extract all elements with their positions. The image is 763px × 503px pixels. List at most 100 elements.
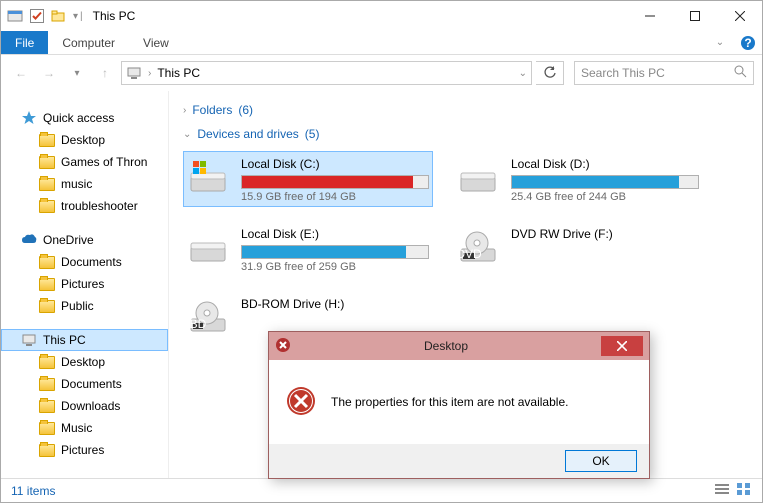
window-title: This PC bbox=[93, 9, 136, 23]
capacity-bar bbox=[241, 245, 429, 259]
tree-item[interactable]: Desktop bbox=[1, 351, 168, 373]
folder-icon bbox=[39, 444, 55, 457]
capacity-bar bbox=[241, 175, 429, 189]
group-drives[interactable]: ⌄ Devices and drives (5) bbox=[183, 127, 748, 141]
folder-icon bbox=[39, 300, 55, 313]
up-button[interactable]: ↑ bbox=[93, 61, 117, 85]
folder-icon bbox=[39, 134, 55, 147]
drive-free-text: 15.9 GB free of 194 GB bbox=[241, 191, 429, 203]
folder-icon bbox=[39, 156, 55, 169]
tree-item[interactable]: music bbox=[1, 173, 168, 195]
help-icon[interactable]: ? bbox=[734, 31, 762, 54]
chevron-right-icon: › bbox=[183, 105, 186, 116]
status-text: 11 items bbox=[11, 484, 55, 498]
folder-icon bbox=[39, 278, 55, 291]
maximize-button[interactable] bbox=[672, 2, 717, 30]
pc-icon bbox=[126, 65, 142, 81]
tree-item[interactable]: Documents bbox=[1, 373, 168, 395]
file-tab[interactable]: File bbox=[1, 31, 48, 54]
dialog-close-button[interactable] bbox=[601, 336, 643, 356]
tree-item[interactable]: Downloads bbox=[1, 395, 168, 417]
folder-icon bbox=[39, 356, 55, 369]
folder-icon bbox=[39, 400, 55, 413]
tab-view[interactable]: View bbox=[129, 31, 183, 54]
large-icons-view-button[interactable] bbox=[736, 482, 752, 499]
drive-free-text: 31.9 GB free of 259 GB bbox=[241, 261, 429, 273]
quick-access-toolbar: ▾ bbox=[7, 8, 78, 24]
ribbon-expand-icon[interactable]: ⌄ bbox=[706, 31, 734, 54]
drive-free-text: 25.4 GB free of 244 GB bbox=[511, 191, 699, 203]
drive-name: Local Disk (E:) bbox=[241, 227, 429, 241]
tree-item[interactable]: Pictures bbox=[1, 439, 168, 461]
error-icon bbox=[285, 385, 317, 420]
navigation-bar: ← → ▾ ↑ › This PC ⌄ Search This PC bbox=[1, 55, 762, 91]
folder-icon bbox=[39, 200, 55, 213]
dialog-message: The properties for this item are not ava… bbox=[331, 395, 568, 409]
tab-computer[interactable]: Computer bbox=[48, 31, 129, 54]
breadcrumb-chevron-icon[interactable]: › bbox=[148, 68, 151, 79]
drive-item[interactable]: DVD DVD RW Drive (F:) bbox=[453, 221, 703, 277]
address-dropdown-icon[interactable]: ⌄ bbox=[519, 68, 527, 79]
minimize-button[interactable] bbox=[627, 2, 672, 30]
tree-item[interactable]: Public bbox=[1, 295, 168, 317]
new-folder-icon[interactable] bbox=[51, 8, 67, 24]
tree-item[interactable]: Desktop bbox=[1, 129, 168, 151]
drive-icon bbox=[457, 155, 501, 199]
error-dialog: Desktop The properties for this item are… bbox=[268, 331, 650, 479]
forward-button[interactable]: → bbox=[37, 61, 61, 85]
search-placeholder: Search This PC bbox=[581, 66, 665, 80]
drive-item[interactable]: Local Disk (C:) 15.9 GB free of 194 GB bbox=[183, 151, 433, 207]
tree-item[interactable]: Pictures bbox=[1, 273, 168, 295]
drive-name: Local Disk (D:) bbox=[511, 157, 699, 171]
drive-icon: BD bbox=[187, 295, 231, 339]
details-view-button[interactable] bbox=[714, 482, 730, 499]
drive-name: Local Disk (C:) bbox=[241, 157, 429, 171]
drive-icon bbox=[187, 155, 231, 199]
properties-checked-icon[interactable] bbox=[29, 8, 45, 24]
drive-icon bbox=[187, 225, 231, 269]
address-text: This PC bbox=[157, 66, 200, 80]
cloud-icon bbox=[21, 233, 37, 247]
status-bar: 11 items bbox=[1, 478, 762, 502]
back-button[interactable]: ← bbox=[9, 61, 33, 85]
refresh-button[interactable] bbox=[536, 61, 564, 85]
drive-name: DVD RW Drive (F:) bbox=[511, 227, 699, 241]
tree-item[interactable]: Games of Thron bbox=[1, 151, 168, 173]
app-icon bbox=[7, 8, 23, 24]
chevron-down-icon: ⌄ bbox=[183, 129, 191, 140]
folder-icon bbox=[39, 378, 55, 391]
svg-text:DVD: DVD bbox=[457, 247, 482, 261]
tree-this-pc[interactable]: This PC bbox=[1, 329, 168, 351]
drive-name: BD-ROM Drive (H:) bbox=[241, 297, 429, 311]
ribbon: File Computer View ⌄ ? bbox=[1, 31, 762, 55]
qat-dropdown-icon[interactable]: ▾ bbox=[73, 11, 78, 22]
tree-item[interactable]: Music bbox=[1, 417, 168, 439]
tree-item[interactable]: troubleshooter bbox=[1, 195, 168, 217]
pc-icon bbox=[21, 332, 37, 348]
recent-locations-icon[interactable]: ▾ bbox=[65, 61, 89, 85]
folder-icon bbox=[39, 178, 55, 191]
tree-onedrive[interactable]: OneDrive bbox=[1, 229, 168, 251]
star-icon bbox=[21, 110, 37, 126]
capacity-bar bbox=[511, 175, 699, 189]
dialog-title: Desktop bbox=[291, 339, 601, 353]
drive-icon: DVD bbox=[457, 225, 501, 269]
dialog-titlebar[interactable]: Desktop bbox=[269, 332, 649, 360]
address-bar[interactable]: › This PC ⌄ bbox=[121, 61, 532, 85]
tree-item[interactable]: Documents bbox=[1, 251, 168, 273]
group-folders[interactable]: › Folders (6) bbox=[183, 103, 748, 117]
drive-item[interactable]: Local Disk (D:) 25.4 GB free of 244 GB bbox=[453, 151, 703, 207]
tree-quick-access[interactable]: Quick access bbox=[1, 107, 168, 129]
search-icon bbox=[734, 65, 747, 81]
svg-text:BD: BD bbox=[190, 317, 207, 331]
navigation-pane: Quick access Desktop Games of Thron musi… bbox=[1, 91, 169, 478]
folder-icon bbox=[39, 256, 55, 269]
ok-button[interactable]: OK bbox=[565, 450, 637, 472]
folder-icon bbox=[39, 422, 55, 435]
drive-item[interactable]: Local Disk (E:) 31.9 GB free of 259 GB bbox=[183, 221, 433, 277]
title-bar: ▾ | This PC bbox=[1, 1, 762, 31]
search-input[interactable]: Search This PC bbox=[574, 61, 754, 85]
close-button[interactable] bbox=[717, 2, 762, 30]
dialog-sysmenu-icon bbox=[275, 337, 291, 356]
svg-text:?: ? bbox=[744, 36, 751, 50]
